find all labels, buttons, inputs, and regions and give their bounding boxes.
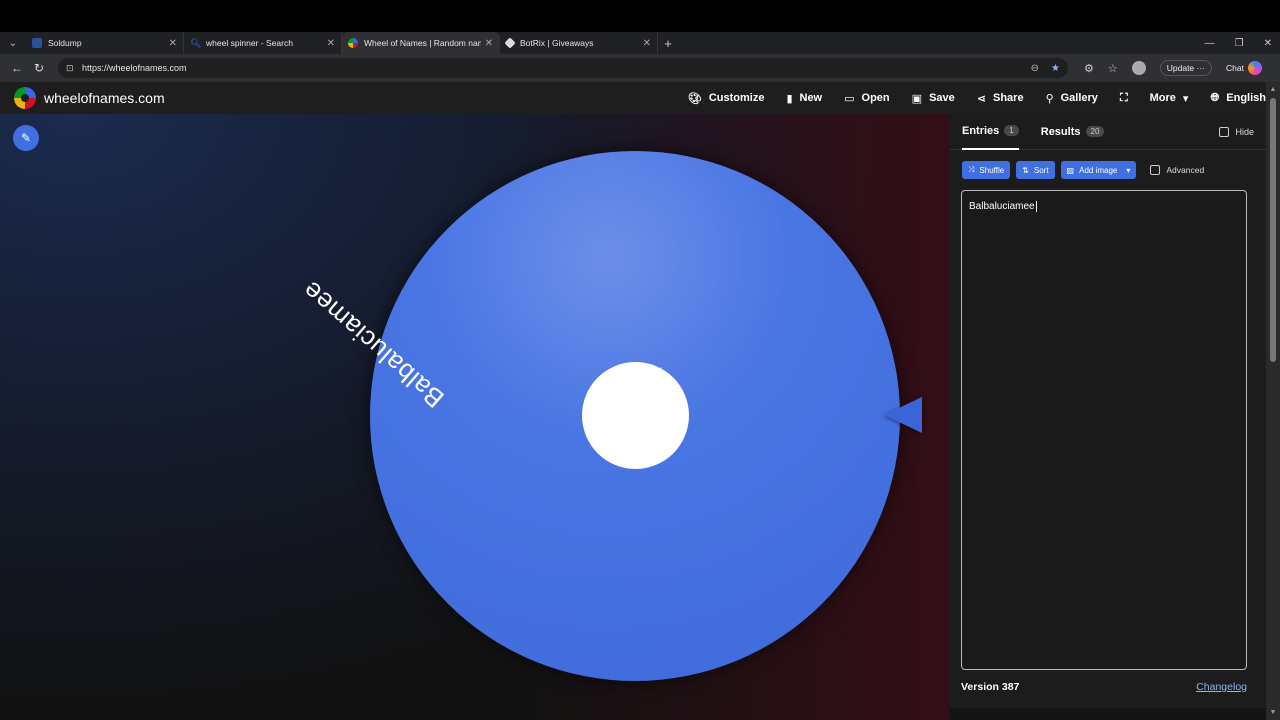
new-tab-icon[interactable]: +: [658, 36, 678, 51]
wheel-favicon-icon: [348, 38, 358, 48]
browser-tab-strip: ⌄ Soldump ✕ 🔍︎ wheel spinner - Search ✕ …: [0, 32, 1280, 54]
wheel-pointer-icon: [884, 397, 922, 433]
entries-sidebar: Entries 1 Results 20 Hide ⤨ Shuffle ⇅ Sort…: [950, 114, 1266, 708]
brand-title[interactable]: wheelofnames.com: [44, 90, 165, 106]
chevron-down-icon: ▾: [1182, 92, 1189, 105]
share-button[interactable]: ⋖ Share: [977, 92, 1024, 105]
scroll-down-icon[interactable]: ▼: [1269, 709, 1277, 716]
close-window-icon[interactable]: ✕: [1264, 38, 1272, 49]
browser-tab-botrix[interactable]: BotRix | Giveaways ✕: [500, 32, 658, 54]
entry-line: Balbaluciamee: [969, 201, 1035, 213]
version-label: Version 387: [961, 681, 1020, 693]
globe-icon: 🌐︎: [1210, 91, 1220, 104]
open-button[interactable]: ▭ Open: [844, 92, 890, 105]
palette-icon: 🎨︎: [687, 92, 702, 105]
site-info-icon[interactable]: ⊡: [66, 63, 76, 73]
share-icon: ⋖: [976, 92, 986, 105]
fullscreen-icon: ⛶: [1119, 91, 1128, 104]
entries-textarea[interactable]: Balbaluciamee: [961, 190, 1247, 670]
tab-title: Soldump: [48, 38, 82, 48]
wheel-area: ✎ Balbaluciamee ☝: [0, 114, 950, 720]
checkbox-icon[interactable]: [1219, 126, 1230, 137]
profile-avatar[interactable]: [1131, 61, 1146, 75]
page-scrollbar[interactable]: ▲ ▼: [1266, 82, 1280, 720]
checkbox-icon[interactable]: [1150, 165, 1161, 175]
scrollbar-thumb[interactable]: [1270, 98, 1276, 362]
folder-open-icon: ▭: [844, 92, 855, 105]
hand-cursor-icon: ☝: [655, 364, 664, 380]
tab-title: Wheel of Names | Random name: [364, 38, 481, 48]
more-menu-button[interactable]: More ▾: [1150, 92, 1189, 105]
tab-entries[interactable]: Entries 1: [962, 114, 1019, 150]
chevron-down-icon: ▾: [1126, 165, 1131, 175]
language-button[interactable]: 🌐︎ English: [1210, 92, 1266, 105]
gallery-button[interactable]: ⚲ Gallery: [1046, 92, 1098, 105]
sidebar-tabs: Entries 1 Results 20 Hide: [950, 114, 1266, 150]
main-menu: 🎨︎ Customize ▮ New ▭ Open ▣ Save ⋖ Share ⚲ Gal…: [688, 92, 1266, 105]
back-arrow-icon[interactable]: ←: [6, 61, 28, 75]
sort-icon: ⇅: [1022, 165, 1029, 175]
hide-checkbox[interactable]: Hide: [1219, 126, 1254, 137]
fullscreen-button[interactable]: ⛶: [1120, 92, 1128, 105]
extensions-icon[interactable]: ⚙: [1084, 62, 1094, 75]
close-icon[interactable]: ✕: [327, 38, 335, 49]
window-controls: — ❐ ✕: [1205, 32, 1272, 54]
chat-button[interactable]: Chat: [1226, 61, 1262, 75]
url-text: https://wheelofnames.com: [82, 63, 187, 73]
restore-icon[interactable]: ❐: [1235, 38, 1244, 49]
results-count-badge: 20: [1085, 126, 1105, 137]
add-image-button[interactable]: ▨ Add image ▾: [1060, 161, 1137, 179]
wheel-logo-icon[interactable]: [14, 87, 36, 109]
favorites-icon[interactable]: ☆: [1108, 62, 1118, 75]
wheel-center-hub[interactable]: [582, 362, 689, 469]
botrix-favicon-icon: [504, 37, 516, 49]
app-header: wheelofnames.com 🎨︎ Customize ▮ New ▭ Open …: [0, 82, 1280, 114]
close-icon[interactable]: ✕: [643, 38, 651, 49]
sidebar-footer: Version 387 Changelog: [961, 681, 1247, 693]
edit-pencil-icon[interactable]: ✎: [13, 125, 39, 151]
new-button[interactable]: ▮ New: [786, 92, 822, 105]
image-icon: ▨: [1066, 165, 1075, 175]
text-caret: [1035, 201, 1037, 212]
tab-list-menu-icon[interactable]: ⌄: [0, 32, 26, 54]
sort-button[interactable]: ⇅ Sort: [1016, 161, 1055, 179]
address-bar[interactable]: ⊡ https://wheelofnames.com ⊖ ★: [58, 58, 1068, 78]
file-icon: ▮: [786, 92, 793, 105]
close-icon[interactable]: ✕: [485, 38, 493, 49]
save-button[interactable]: ▣ Save: [912, 92, 955, 105]
close-icon[interactable]: ✕: [169, 38, 177, 49]
search-favicon-icon: 🔍︎: [190, 38, 202, 48]
entries-toolbar: ⤨ Shuffle ⇅ Sort ▨ Add image ▾ Advanced: [950, 150, 1266, 179]
soldump-favicon-icon: [32, 38, 42, 48]
browser-tab-wheel-of-names[interactable]: Wheel of Names | Random name ✕: [342, 32, 500, 54]
search-icon: ⚲: [1045, 92, 1054, 105]
screen-top-bar: [0, 0, 1280, 32]
customize-button[interactable]: 🎨︎ Customize: [688, 92, 765, 105]
browser-tab-soldump[interactable]: Soldump ✕: [26, 32, 184, 54]
shuffle-button[interactable]: ⤨ Shuffle: [962, 161, 1011, 179]
sidebar-bottom-strip: [950, 708, 1266, 720]
floppy-icon: ▣: [911, 92, 923, 105]
minimize-icon[interactable]: —: [1205, 38, 1215, 49]
tab-title: wheel spinner - Search: [206, 38, 293, 48]
tab-title: BotRix | Giveaways: [520, 38, 594, 48]
reader-mode-icon[interactable]: ⊖: [1031, 63, 1039, 74]
favorite-star-icon[interactable]: ★: [1051, 63, 1060, 74]
copilot-icon: [1248, 61, 1262, 75]
tab-results[interactable]: Results 20: [1041, 114, 1105, 150]
advanced-checkbox[interactable]: Advanced: [1150, 165, 1204, 175]
changelog-link[interactable]: Changelog: [1196, 681, 1247, 693]
entries-count-badge: 1: [1004, 125, 1019, 136]
shuffle-icon: ⤨: [968, 165, 975, 174]
browser-tab-search[interactable]: 🔍︎ wheel spinner - Search ✕: [184, 32, 342, 54]
update-button[interactable]: Update ···: [1159, 60, 1213, 76]
scroll-up-icon[interactable]: ▲: [1269, 86, 1277, 93]
reload-icon[interactable]: ↻: [28, 61, 50, 75]
browser-toolbar: ← ↻ ⊡ https://wheelofnames.com ⊖ ★ ⚙ ☆ U…: [0, 54, 1280, 82]
